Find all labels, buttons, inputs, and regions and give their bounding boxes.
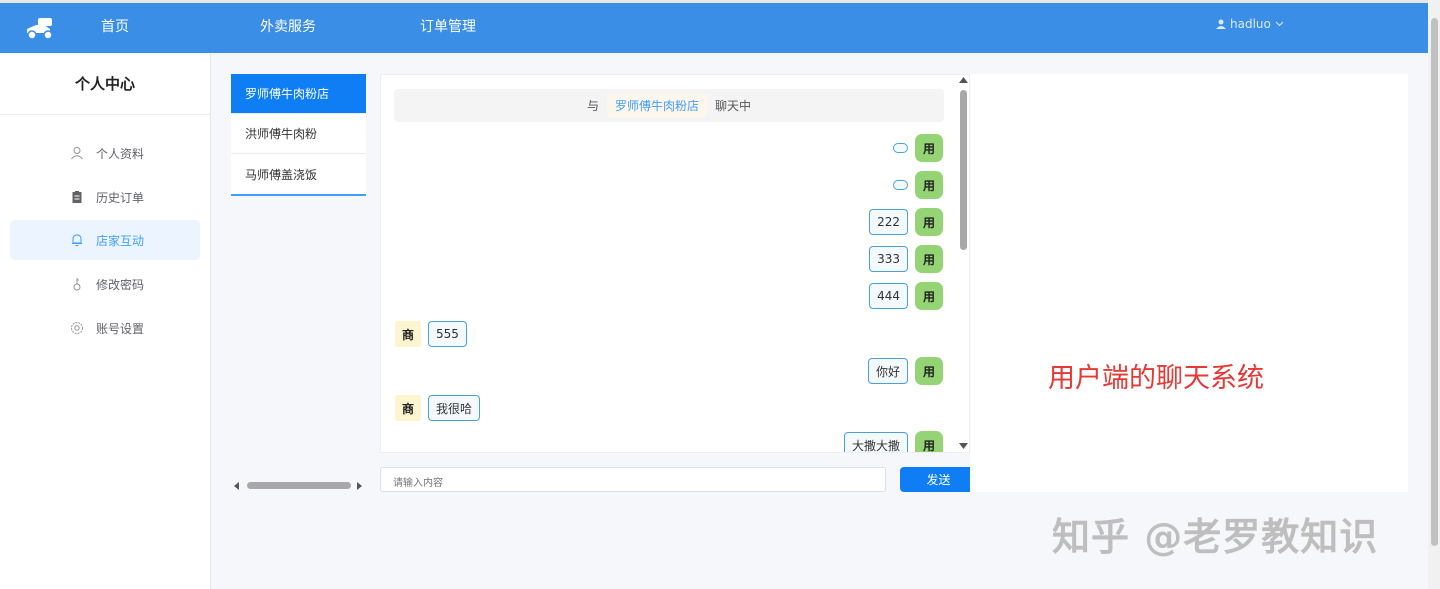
shop-list: 罗师傅牛肉粉店 洪师傅牛肉粉 马师傅盖浇饭	[231, 74, 366, 196]
sidebar-item-label: 历史订单	[96, 190, 145, 205]
message-user: 大撒大撒 用	[843, 431, 943, 452]
blank-panel	[970, 74, 1408, 492]
key-icon	[73, 278, 81, 291]
sidebar-item-history-orders[interactable]: 历史订单	[10, 177, 200, 217]
user-avatar: 用	[915, 245, 943, 273]
arrow-up-icon[interactable]	[959, 77, 968, 83]
message-bubble	[893, 143, 908, 153]
bell-icon	[72, 234, 82, 247]
username: hadluo	[1230, 17, 1271, 31]
chat-scrollbar[interactable]	[957, 74, 971, 453]
user-icon	[71, 147, 83, 160]
chat-header: 与 罗师傅牛肉粉店 聊天中	[394, 89, 944, 122]
sidebar-item-label: 店家互动	[96, 233, 145, 248]
delivery-scooter-logo-icon[interactable]	[24, 15, 56, 41]
user-avatar: 用	[915, 171, 943, 199]
sidebar-item-label: 个人资料	[96, 146, 145, 161]
top-navbar: 首页 外卖服务 订单管理 hadluo	[0, 0, 1428, 53]
user-avatar: 用	[915, 208, 943, 236]
chevron-down-icon	[1275, 21, 1284, 27]
chat-scrollbar-thumb[interactable]	[960, 90, 967, 250]
message-user: 用	[893, 171, 943, 199]
message-bubble: 444	[869, 283, 908, 309]
annotation-caption: 用户端的聊天系统	[1048, 363, 1264, 394]
message-user: 333 用	[869, 245, 943, 273]
message-bubble: 333	[869, 246, 908, 272]
chat-shop-name: 罗师傅牛肉粉店	[606, 94, 707, 117]
window-scrollbar[interactable]	[1428, 0, 1440, 589]
shop-item[interactable]: 罗师傅牛肉粉店	[231, 74, 366, 114]
clipboard-icon	[72, 191, 82, 203]
chat-window: 与 罗师傅牛肉粉店 聊天中 用 用 222 用 333 用 444 用 商 55…	[380, 74, 970, 453]
user-icon	[1216, 19, 1226, 29]
message-merchant: 商 我很哈	[395, 395, 481, 421]
arrow-down-icon[interactable]	[959, 443, 968, 449]
message-merchant: 商 555	[395, 321, 467, 347]
message-bubble: 我很哈	[428, 395, 481, 421]
nav-home[interactable]: 首页	[101, 16, 129, 36]
user-avatar: 用	[915, 357, 943, 385]
sidebar-item-label: 账号设置	[96, 321, 145, 336]
gear-icon	[71, 322, 83, 334]
sidebar-item-merchant-interaction[interactable]: 店家互动	[10, 220, 200, 260]
user-avatar: 用	[915, 431, 943, 452]
message-bubble: 大撒大撒	[843, 432, 908, 452]
merchant-avatar: 商	[395, 395, 421, 421]
user-avatar: 用	[915, 282, 943, 310]
shop-item[interactable]: 马师傅盖浇饭	[231, 154, 366, 194]
nav-order-management[interactable]: 订单管理	[420, 16, 476, 36]
sidebar: 个人中心 个人资料 历史订单 店家互动 修改密码 账号设置	[0, 53, 211, 589]
shop-list-scrollbar-thumb[interactable]	[247, 482, 351, 489]
sidebar-item-label: 修改密码	[96, 277, 145, 292]
message-user: 222 用	[869, 208, 943, 236]
message-bubble: 你好	[867, 358, 908, 384]
message-user: 用	[893, 134, 943, 162]
message-input[interactable]	[380, 467, 886, 492]
message-bubble: 222	[869, 209, 908, 235]
merchant-avatar: 商	[395, 321, 421, 347]
arrow-right-icon[interactable]	[356, 482, 362, 490]
sidebar-title: 个人中心	[0, 53, 210, 115]
send-button[interactable]: 发送	[900, 467, 977, 492]
window-scrollbar-thumb[interactable]	[1431, 18, 1438, 546]
shop-list-scrollbar[interactable]	[231, 479, 366, 493]
watermark: 知乎 @老罗教知识	[1052, 515, 1379, 559]
chat-header-prefix: 与	[586, 99, 599, 113]
sidebar-item-change-password[interactable]: 修改密码	[10, 264, 200, 304]
nav-takeout-service[interactable]: 外卖服务	[260, 16, 316, 36]
sidebar-item-profile[interactable]: 个人资料	[10, 133, 200, 173]
shop-item[interactable]: 洪师傅牛肉粉	[231, 114, 366, 154]
message-user: 444 用	[869, 282, 943, 310]
user-avatar: 用	[915, 134, 943, 162]
user-menu[interactable]: hadluo	[1216, 17, 1284, 31]
message-user: 你好 用	[867, 357, 943, 385]
message-bubble: 555	[428, 321, 467, 347]
message-bubble	[893, 180, 908, 190]
chat-header-suffix: 聊天中	[715, 99, 752, 113]
sidebar-item-account-settings[interactable]: 账号设置	[10, 308, 200, 348]
arrow-left-icon[interactable]	[234, 482, 240, 490]
